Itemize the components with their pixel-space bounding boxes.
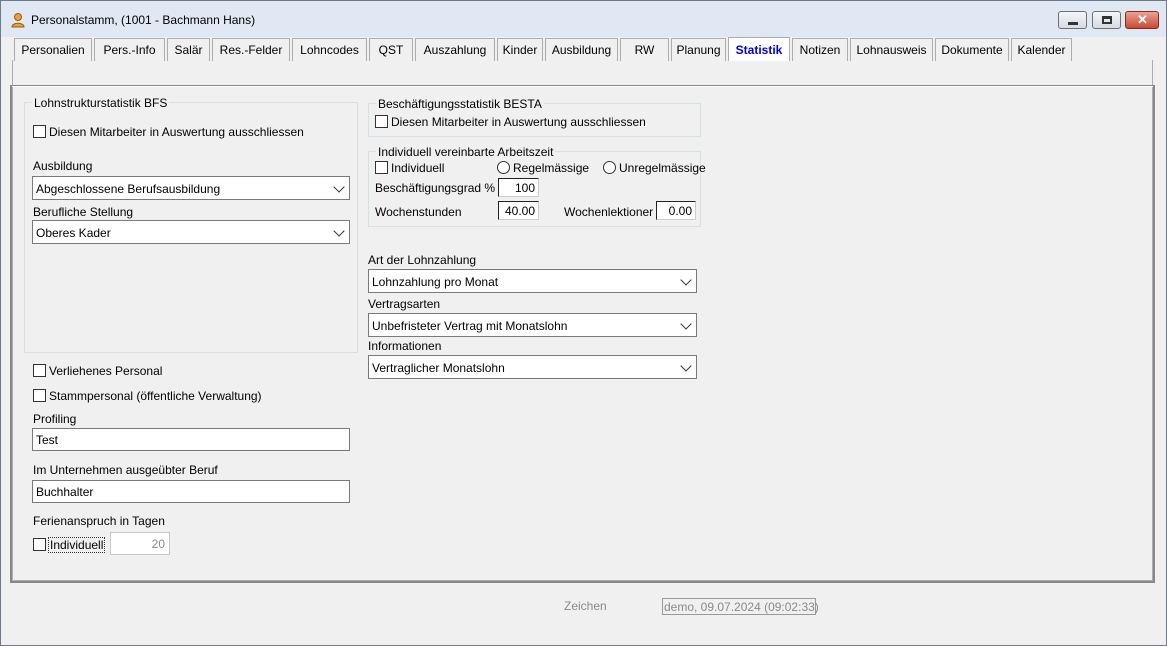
besta-group-title: Beschäftigungsstatistik BESTA [376,97,544,111]
tab-qst[interactable]: QST [369,38,413,61]
stunden-input[interactable]: 40.00 [498,201,539,220]
tab-notizen[interactable]: Notizen [792,38,848,61]
ferien-individuell-label: Individuell [48,537,106,553]
ausbildung-label: Ausbildung [33,159,93,173]
ausbildung-select[interactable]: Abgeschlossene Berufsausbildung [32,176,350,200]
stellung-select[interactable]: Oberes Kader [32,220,350,244]
tab-bar: Personalien Pers.-Info Salär Res.-Felder… [14,37,1074,61]
ferien-individuell-checkbox[interactable] [33,538,46,551]
close-button[interactable]: ✕ [1125,11,1159,29]
bfs-exclude-label: Diesen Mitarbeiter in Auswertung ausschl… [49,125,304,139]
separator [12,85,1153,87]
maximize-icon [1102,16,1112,24]
tab-planung[interactable]: Planung [671,38,726,61]
regelmaessig-label: Regelmässige [513,161,590,175]
besta-exclude-checkbox[interactable] [375,115,388,128]
tab-dokumente[interactable]: Dokumente [935,38,1009,61]
bfs-exclude-checkbox[interactable] [33,125,46,138]
tab-lohnausweis[interactable]: Lohnausweis [850,38,933,61]
ferien-days-input[interactable]: 20 [110,532,170,555]
chevron-down-icon [333,181,345,193]
tab-rw[interactable]: RW [620,38,669,61]
chevron-down-icon [680,274,692,286]
minimize-icon [1068,22,1078,25]
user-icon [11,13,25,28]
verliehen-checkbox[interactable] [33,364,46,377]
profiling-input[interactable]: Test [32,428,350,451]
stunden-label: Wochenstunden [375,205,462,219]
tab-auszahlung[interactable]: Auszahlung [415,38,495,61]
chevron-down-icon [680,318,692,330]
lohnzahlung-select[interactable]: Lohnzahlung pro Monat [368,269,697,293]
stammpersonal-label: Stammpersonal (öffentliche Verwaltung) [49,389,262,403]
tab-pers-info[interactable]: Pers.-Info [94,38,165,61]
chevron-down-icon [333,225,345,237]
zeichen-label: Zeichen [564,599,607,613]
informationen-select[interactable]: Vertraglicher Monatslohn [368,355,697,379]
zeichen-field: demo, 09.07.2024 (09:02:33) [662,598,819,615]
minimize-button[interactable] [1058,11,1087,29]
regelmaessig-radio[interactable] [497,161,510,174]
vertragsarten-label: Vertragsarten [368,297,441,311]
maximize-button[interactable] [1092,11,1121,29]
window-title: Personalstamm, (1001 - Bachmann Hans) [31,13,256,27]
tab-salaer[interactable]: Salär [167,38,210,61]
vertragsarten-select[interactable]: Unbefristeter Vertrag mit Monatslohn [368,313,697,337]
verliehen-label: Verliehenes Personal [49,364,163,378]
grad-input[interactable]: 100 [498,178,539,197]
tab-res-felder[interactable]: Res.-Felder [212,38,290,61]
tab-personalien[interactable]: Personalien [14,38,92,61]
arbeitszeit-individuell-label: Individuell [391,161,445,175]
grad-label: Beschäftigungsgrad % [375,181,496,195]
stammpersonal-checkbox[interactable] [33,389,46,402]
beruf-label: Im Unternehmen ausgeübter Beruf [33,463,218,477]
lektionen-input[interactable]: 0.00 [656,201,696,220]
tab-statistik[interactable]: Statistik [728,37,790,61]
stellung-label: Berufliche Stellung [33,205,134,219]
beruf-input[interactable]: Buchhalter [32,480,350,503]
arbeitszeit-group-title: Individuell vereinbarte Arbeitszeit [376,145,556,159]
profiling-label: Profiling [33,412,77,426]
tab-kinder[interactable]: Kinder [497,38,543,61]
title-bar: Personalstamm, (1001 - Bachmann Hans) ✕ [1,1,1166,37]
unregelmaessig-radio[interactable] [603,161,616,174]
ferien-label: Ferienanspruch in Tagen [33,514,165,528]
chevron-down-icon [680,360,692,372]
close-icon: ✕ [1137,12,1148,27]
lohnzahlung-label: Art der Lohnzahlung [368,253,477,267]
unregelmaessig-label: Unregelmässige [619,161,706,175]
arbeitszeit-individuell-checkbox[interactable] [375,161,388,174]
lektionen-label: Wochenlektioner [564,205,654,219]
besta-exclude-label: Diesen Mitarbeiter in Auswertung ausschl… [391,115,646,129]
bfs-group-title: Lohnstrukturstatistik BFS [32,96,170,110]
tab-ausbildung[interactable]: Ausbildung [545,38,618,61]
informationen-label: Informationen [368,339,442,353]
main-window: Personalstamm, (1001 - Bachmann Hans) ✕ … [0,0,1167,646]
tab-lohncodes[interactable]: Lohncodes [292,38,367,61]
tab-kalender[interactable]: Kalender [1011,38,1072,61]
